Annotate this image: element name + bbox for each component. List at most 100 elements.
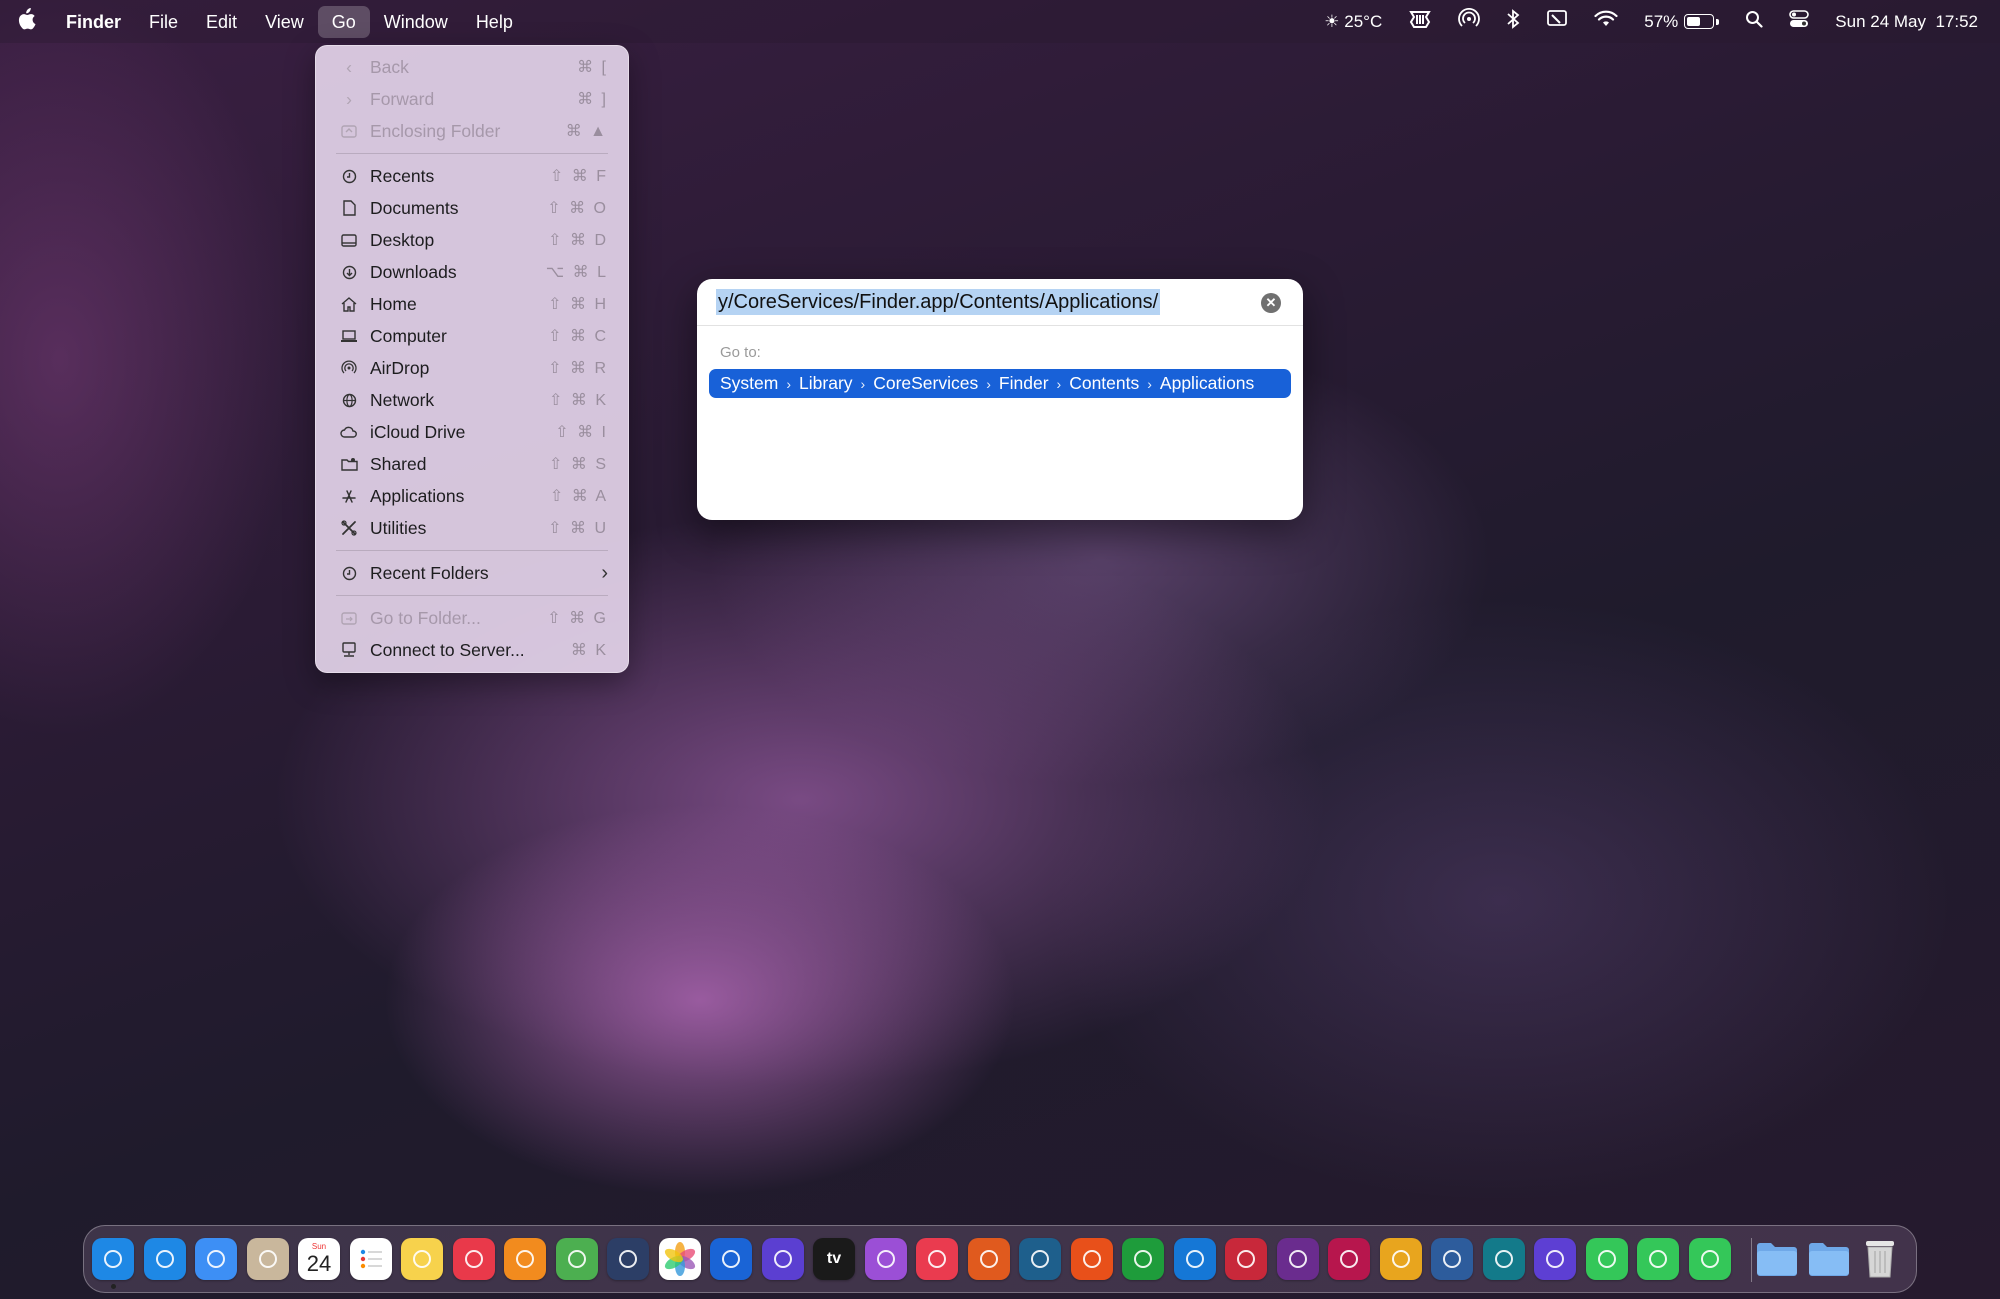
menu-finder[interactable]: Finder [52, 6, 135, 38]
apple-menu-icon[interactable] [0, 7, 52, 36]
menu-help[interactable]: Help [462, 6, 527, 38]
trash-icon[interactable] [1859, 1238, 1901, 1280]
menu-item-label: Recent Folders [370, 562, 489, 583]
spotlight-search-icon[interactable] [1745, 10, 1763, 33]
reminders-icon[interactable] [350, 1238, 392, 1280]
app-status-icon[interactable] [1408, 9, 1432, 34]
garageband-icon[interactable] [968, 1238, 1010, 1280]
app-icon[interactable] [1225, 1238, 1267, 1280]
shared-folder-icon [340, 455, 358, 473]
numbers-icon[interactable] [1122, 1238, 1164, 1280]
imovie-icon[interactable] [762, 1238, 804, 1280]
laptop-icon [340, 327, 358, 345]
menu-item-icloud-drive[interactable]: iCloud Drive ⇧ ⌘ I [316, 416, 628, 448]
chevron-right-icon: › [786, 375, 792, 392]
clear-input-button[interactable]: ✕ [1261, 293, 1281, 313]
calendar-icon[interactable]: Sun 24 [298, 1238, 340, 1280]
menu-item-recent-folders[interactable]: Recent Folders › [316, 557, 628, 589]
affinity-icon[interactable] [1328, 1238, 1370, 1280]
phone-icon[interactable] [1637, 1238, 1679, 1280]
menu-item-home[interactable]: Home ⇧ ⌘ H [316, 288, 628, 320]
applications-folder-icon[interactable] [1756, 1238, 1798, 1280]
menu-item-applications[interactable]: Applications ⇧ ⌘ A [316, 480, 628, 512]
shortcut: ⌘ ▲ [565, 123, 608, 140]
menu-item-recents[interactable]: Recents ⇧ ⌘ F [316, 160, 628, 192]
mailbird-icon[interactable] [1380, 1238, 1422, 1280]
menu-item-label: Downloads [370, 261, 457, 282]
disk-utility-icon[interactable] [607, 1238, 649, 1280]
pages-icon[interactable] [1071, 1238, 1113, 1280]
mail-icon[interactable] [195, 1238, 237, 1280]
menu-view[interactable]: View [251, 6, 318, 38]
notes-icon[interactable] [401, 1238, 443, 1280]
path-input-value[interactable]: y/CoreServices/Finder.app/Contents/Appli… [716, 289, 1161, 315]
desktop-icon [340, 231, 358, 249]
motion-icon[interactable] [1277, 1238, 1319, 1280]
airdrop-status-icon[interactable] [1458, 7, 1481, 35]
app-icon[interactable] [1483, 1238, 1525, 1280]
finder-icon[interactable] [92, 1238, 134, 1289]
contacts-icon[interactable] [247, 1238, 289, 1280]
music-icon[interactable] [916, 1238, 958, 1280]
freeform-icon[interactable] [1019, 1238, 1061, 1280]
menu-item-label: Computer [370, 325, 447, 346]
shortcut: ⇧ ⌘ A [549, 488, 608, 505]
menu-item-back[interactable]: ‹ Back ⌘ [ [316, 51, 628, 83]
battery-status[interactable]: 57% [1644, 12, 1720, 32]
menu-item-documents[interactable]: Documents ⇧ ⌘ O [316, 192, 628, 224]
menu-item-network[interactable]: Network ⇧ ⌘ K [316, 384, 628, 416]
shortcut: ⇧ ⌘ D [548, 232, 608, 249]
weather-status[interactable]: ☀ 25°C [1324, 12, 1382, 32]
menu-item-utilities[interactable]: Utilities ⇧ ⌘ U [316, 512, 628, 544]
menu-item-label: Enclosing Folder [370, 120, 501, 141]
maps-icon[interactable] [556, 1238, 598, 1280]
tv-label: tv [826, 1250, 842, 1267]
menu-item-shared[interactable]: Shared ⇧ ⌘ S [316, 448, 628, 480]
menu-window[interactable]: Window [370, 6, 462, 38]
screen-mirroring-icon[interactable] [1546, 9, 1568, 34]
dock: Sun 24 tv [83, 1225, 1917, 1293]
menu-go[interactable]: Go [317, 5, 370, 38]
menu-file[interactable]: File [135, 6, 192, 38]
menu-item-forward[interactable]: › Forward ⌘ ] [316, 83, 628, 115]
shortcut: ⇧ ⌘ H [548, 296, 608, 313]
control-center-icon[interactable] [1789, 10, 1810, 33]
clock-icon [340, 167, 358, 185]
shortcut: ⌘ [ [577, 59, 608, 76]
menu-item-label: Recents [370, 165, 435, 186]
wifi-icon[interactable] [1594, 10, 1618, 33]
safari-icon[interactable] [144, 1238, 186, 1280]
keynote-icon[interactable] [1174, 1238, 1216, 1280]
books-icon[interactable] [504, 1238, 546, 1280]
clock[interactable]: Sun 24 May 17:52 [1835, 12, 1978, 32]
bluetooth-icon[interactable] [1506, 9, 1520, 34]
apple-tv-icon[interactable]: tv [813, 1238, 855, 1280]
shortcut: ⇧ ⌘ G [547, 610, 608, 627]
news-icon[interactable] [453, 1238, 495, 1280]
menu-item-desktop[interactable]: Desktop ⇧ ⌘ D [316, 224, 628, 256]
menu-edit[interactable]: Edit [192, 6, 251, 38]
shortcut: ⌘ K [570, 642, 608, 659]
menu-item-computer[interactable]: Computer ⇧ ⌘ C [316, 320, 628, 352]
compressor-icon[interactable] [1431, 1238, 1473, 1280]
facetime-icon[interactable] [1689, 1238, 1731, 1280]
tools-icon [340, 519, 358, 537]
menu-item-downloads[interactable]: Downloads ⌥ ⌘ L [316, 256, 628, 288]
go-menu-dropdown: ‹ Back ⌘ [ › Forward ⌘ ] Enclosing Folde… [315, 45, 629, 673]
menu-item-connect-to-server[interactable]: Connect to Server... ⌘ K [316, 634, 628, 666]
go-to-folder-dialog: y/CoreServices/Finder.app/Contents/Appli… [697, 279, 1303, 520]
menu-item-go-to-folder[interactable]: Go to Folder... ⇧ ⌘ G [316, 602, 628, 634]
crumb-finder: Finder [998, 373, 1049, 393]
downloads-folder-icon[interactable] [1808, 1238, 1850, 1280]
path-suggestion[interactable]: System › Library › CoreServices › Finder… [709, 369, 1291, 398]
quicktime-icon[interactable] [710, 1238, 752, 1280]
shortcuts-icon[interactable] [1534, 1238, 1576, 1280]
crumb-applications: Applications [1159, 373, 1255, 393]
menu-bar: Finder File Edit View Go Window Help ☀ 2… [0, 0, 2000, 43]
podcasts-icon[interactable] [865, 1238, 907, 1280]
photos-icon[interactable] [659, 1238, 701, 1280]
menu-item-airdrop[interactable]: AirDrop ⇧ ⌘ R [316, 352, 628, 384]
path-input[interactable]: y/CoreServices/Finder.app/Contents/Appli… [697, 279, 1303, 326]
menu-item-enclosing-folder[interactable]: Enclosing Folder ⌘ ▲ [316, 115, 628, 147]
messages-icon[interactable] [1586, 1238, 1628, 1280]
